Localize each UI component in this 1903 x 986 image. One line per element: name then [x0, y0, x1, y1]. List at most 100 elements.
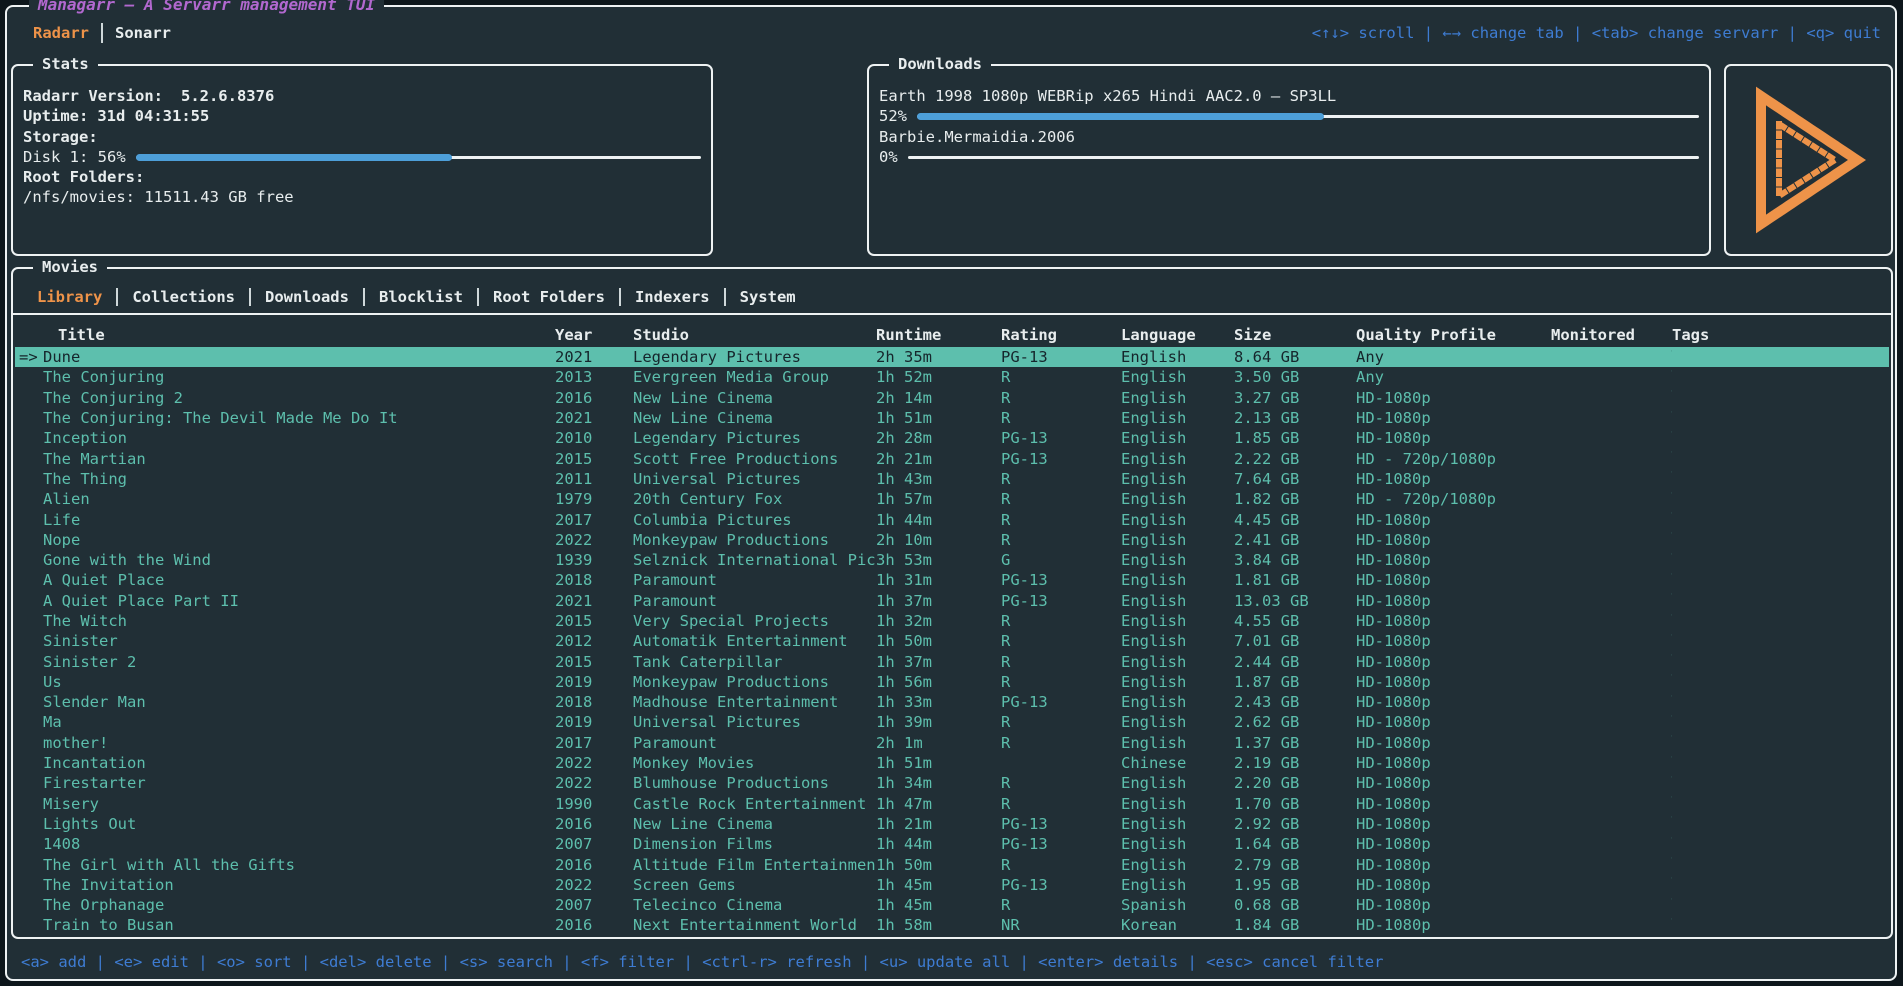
cell-studio: Next Entertainment World: [633, 916, 876, 934]
cell-size: 1.82 GB: [1234, 490, 1356, 508]
cell-language: English: [1121, 348, 1234, 366]
servarr-tab[interactable]: Sonarr: [101, 23, 183, 43]
table-row[interactable]: The Thing 2011 Universal Pictures 1h 43m…: [15, 469, 1889, 489]
cell-language: English: [1121, 693, 1234, 711]
disk-progress-bar: [136, 147, 701, 167]
cell-year: 2017: [555, 734, 633, 752]
table-header: Title Year Studio Runtime Rating Languag…: [15, 324, 1889, 345]
cell-runtime: 1h 58m: [876, 916, 1001, 934]
table-row[interactable]: The Martian 2015 Scott Free Productions …: [15, 448, 1889, 468]
table-row[interactable]: Incantation 2022 Monkey Movies 1h 51m Ch…: [15, 753, 1889, 773]
table-row[interactable]: The Conjuring: The Devil Made Me Do It 2…: [15, 408, 1889, 428]
movies-tab[interactable]: System: [724, 288, 810, 306]
cell-year: 2022: [555, 531, 633, 549]
cell-year: 2013: [555, 368, 633, 386]
table-row[interactable]: The Conjuring 2013 Evergreen Media Group…: [15, 367, 1889, 387]
cell-runtime: 1h 51m: [876, 754, 1001, 772]
movies-tab[interactable]: Collections: [116, 288, 249, 306]
uptime-value: 31d 04:31:55: [97, 107, 209, 125]
table-row[interactable]: A Quiet Place 2018 Paramount 1h 31m PG-1…: [15, 570, 1889, 590]
cell-runtime: 2h 1m: [876, 734, 1001, 752]
cell-language: English: [1121, 531, 1234, 549]
col-monitored: Monitored: [1551, 326, 1672, 344]
cell-quality: HD-1080p: [1356, 409, 1551, 427]
movies-tab[interactable]: Downloads: [249, 288, 363, 306]
cell-size: 13.03 GB: [1234, 592, 1356, 610]
table-row[interactable]: Us 2019 Monkeypaw Productions 1h 56m R E…: [15, 672, 1889, 692]
cell-size: 2.22 GB: [1234, 450, 1356, 468]
col-year: Year: [555, 326, 633, 344]
top-keybinds-hint: <↑↓> scroll | ←→ change tab | <tab> chan…: [1312, 24, 1881, 42]
cell-studio: Madhouse Entertainment: [633, 693, 876, 711]
cell-size: 7.01 GB: [1234, 632, 1356, 650]
cell-year: 2022: [555, 754, 633, 772]
table-row[interactable]: Lights Out 2016 New Line Cinema 1h 21m P…: [15, 814, 1889, 834]
cell-size: 2.41 GB: [1234, 531, 1356, 549]
cell-title: A Quiet Place Part II: [43, 592, 555, 610]
table-row[interactable]: Life 2017 Columbia Pictures 1h 44m R Eng…: [15, 509, 1889, 529]
cell-rating: PG-13: [1001, 429, 1121, 447]
table-row[interactable]: The Invitation 2022 Screen Gems 1h 45m P…: [15, 875, 1889, 895]
cell-language: English: [1121, 551, 1234, 569]
cell-rating: PG-13: [1001, 835, 1121, 853]
uptime-line: Uptime:31d 04:31:55: [23, 106, 701, 126]
cell-studio: Monkey Movies: [633, 754, 876, 772]
movies-tab[interactable]: Indexers: [619, 288, 724, 306]
table-row[interactable]: => Dune 2021 Legendary Pictures 2h 35m P…: [15, 347, 1889, 367]
table-row[interactable]: Ma 2019 Universal Pictures 1h 39m R Engl…: [15, 712, 1889, 732]
cell-studio: Dimension Films: [633, 835, 876, 853]
table-row[interactable]: Nope 2022 Monkeypaw Productions 2h 10m R…: [15, 530, 1889, 550]
servarr-tab[interactable]: Radarr: [21, 23, 101, 43]
cell-quality: HD-1080p: [1356, 774, 1551, 792]
table-row[interactable]: Firestarter 2022 Blumhouse Productions 1…: [15, 773, 1889, 793]
cell-year: 2015: [555, 653, 633, 671]
stats-panel-title: Stats: [33, 54, 98, 74]
table-row[interactable]: Sinister 2012 Automatik Entertainment 1h…: [15, 631, 1889, 651]
table-row[interactable]: Train to Busan 2016 Next Entertainment W…: [15, 915, 1889, 935]
cell-size: 2.92 GB: [1234, 815, 1356, 833]
cell-language: English: [1121, 511, 1234, 529]
cell-title: Sinister 2: [43, 653, 555, 671]
cell-quality: HD-1080p: [1356, 389, 1551, 407]
cell-quality: HD-1080p: [1356, 896, 1551, 914]
cell-language: Spanish: [1121, 896, 1234, 914]
cell-title: The Thing: [43, 470, 555, 488]
cell-quality: HD - 720p/1080p: [1356, 490, 1551, 508]
table-row[interactable]: 1408 2007 Dimension Films 1h 44m PG-13 E…: [15, 834, 1889, 854]
table-row[interactable]: Slender Man 2018 Madhouse Entertainment …: [15, 692, 1889, 712]
cell-size: 7.64 GB: [1234, 470, 1356, 488]
cell-quality: HD-1080p: [1356, 632, 1551, 650]
col-title: Title: [43, 326, 555, 344]
cell-studio: Columbia Pictures: [633, 511, 876, 529]
cell-language: English: [1121, 673, 1234, 691]
managarr-app-window: Managarr – A Servarr management TUI Rada…: [5, 5, 1897, 981]
table-row[interactable]: Sinister 2 2015 Tank Caterpillar 1h 37m …: [15, 651, 1889, 671]
cell-rating: R: [1001, 470, 1121, 488]
cell-title: A Quiet Place: [43, 571, 555, 589]
cell-quality: HD - 720p/1080p: [1356, 450, 1551, 468]
table-row[interactable]: Gone with the Wind 1939 Selznick Interna…: [15, 550, 1889, 570]
cell-studio: Blumhouse Productions: [633, 774, 876, 792]
movies-tab[interactable]: Root Folders: [477, 288, 619, 306]
table-row[interactable]: The Orphanage 2007 Telecinco Cinema 1h 4…: [15, 895, 1889, 915]
table-row[interactable]: Inception 2010 Legendary Pictures 2h 28m…: [15, 428, 1889, 448]
cell-size: 2.44 GB: [1234, 653, 1356, 671]
cell-year: 2007: [555, 835, 633, 853]
table-row[interactable]: mother! 2017 Paramount 2h 1m R English 1…: [15, 733, 1889, 753]
cell-quality: HD-1080p: [1356, 693, 1551, 711]
cell-year: 1979: [555, 490, 633, 508]
cell-studio: New Line Cinema: [633, 409, 876, 427]
storage-label: Storage:: [23, 127, 701, 147]
table-row[interactable]: The Girl with All the Gifts 2016 Altitud…: [15, 854, 1889, 874]
movies-tab[interactable]: Blocklist: [363, 288, 477, 306]
table-row[interactable]: The Conjuring 2 2016 New Line Cinema 2h …: [15, 388, 1889, 408]
cell-language: English: [1121, 774, 1234, 792]
table-row[interactable]: The Witch 2015 Very Special Projects 1h …: [15, 611, 1889, 631]
cell-quality: HD-1080p: [1356, 470, 1551, 488]
cell-studio: Castle Rock Entertainment: [633, 795, 876, 813]
cell-studio: Telecinco Cinema: [633, 896, 876, 914]
table-row[interactable]: Alien 1979 20th Century Fox 1h 57m R Eng…: [15, 489, 1889, 509]
table-row[interactable]: A Quiet Place Part II 2021 Paramount 1h …: [15, 591, 1889, 611]
table-row[interactable]: Misery 1990 Castle Rock Entertainment 1h…: [15, 794, 1889, 814]
movies-tab[interactable]: Library: [23, 288, 116, 306]
